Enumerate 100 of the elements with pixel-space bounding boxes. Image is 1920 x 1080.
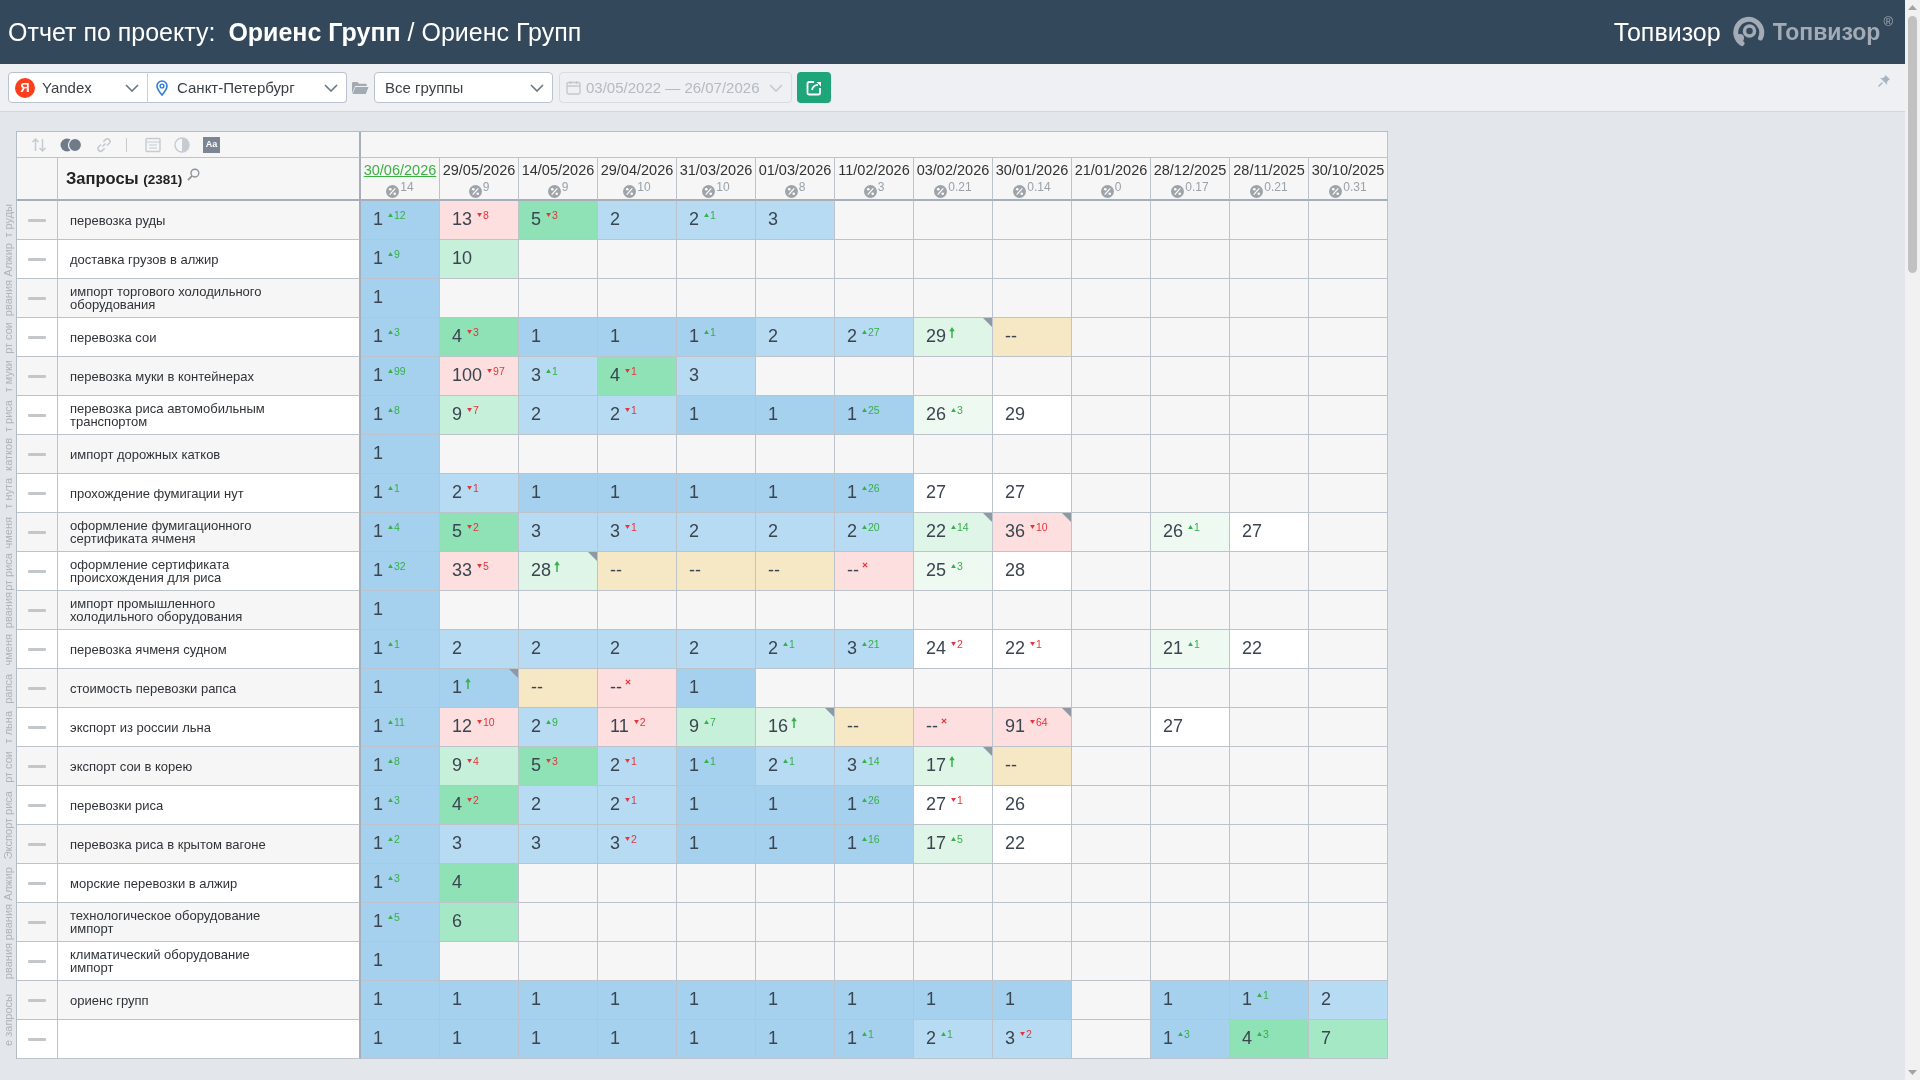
minus-icon[interactable] — [28, 725, 46, 729]
triangle-down-icon — [467, 486, 472, 490]
rank-value: 25 — [926, 560, 947, 580]
rank-value: 1 — [373, 248, 383, 268]
rank-value: 9 — [452, 404, 462, 424]
minus-icon[interactable] — [28, 764, 46, 768]
date-header[interactable]: 29/05/2026 — [442, 162, 516, 179]
date-header[interactable]: 29/04/2026 — [600, 162, 674, 179]
rank-change: 3 — [552, 210, 558, 221]
rank-value: 3 — [768, 209, 778, 229]
rank-value: 1 — [531, 482, 541, 502]
triangle-down-icon — [1030, 720, 1036, 724]
rank-value: 3 — [689, 365, 699, 385]
rank-value: 27 — [926, 482, 947, 502]
rank-change: 8 — [394, 756, 400, 767]
minus-icon[interactable] — [28, 530, 46, 534]
rank-value: 10 — [452, 248, 473, 268]
rank-value: 1 — [689, 833, 699, 853]
minus-icon[interactable] — [28, 218, 46, 222]
query-text: перевозка муки в контейнерах — [70, 369, 254, 383]
brand-name: Топвизор$^{®}$ — [1772, 15, 1893, 47]
pin-icon[interactable] — [1877, 73, 1891, 88]
minus-icon[interactable] — [28, 413, 46, 417]
rank-change: 3 — [552, 756, 558, 767]
date-header[interactable]: 30/10/2025 — [1311, 162, 1385, 179]
minus-icon[interactable] — [28, 257, 46, 261]
rank-value: 2 — [531, 404, 541, 424]
rank-value: 1 — [689, 794, 699, 814]
rank-change: 3 — [1263, 1029, 1269, 1040]
percent-icon — [1100, 185, 1114, 198]
minus-icon[interactable] — [28, 296, 46, 300]
engine-select[interactable]: Я Yandex — [8, 72, 148, 103]
minus-icon[interactable] — [28, 374, 46, 378]
group-select[interactable]: Все группы — [374, 72, 553, 103]
search-icon[interactable] — [187, 168, 201, 181]
rank-value: 1 — [847, 482, 857, 502]
scrollbar[interactable] — [1905, 0, 1920, 1080]
date-header[interactable]: 28/11/2025 — [1233, 162, 1305, 179]
share-value: 8 — [798, 181, 806, 193]
query-text: перевозка сои — [70, 330, 157, 344]
rank-value: 1 — [373, 755, 383, 775]
scrollbar-thumb[interactable] — [1908, 16, 1917, 273]
account-name[interactable]: Топвизор — [1613, 17, 1721, 47]
export-button[interactable] — [797, 72, 831, 103]
triangle-up-icon — [388, 408, 393, 412]
minus-icon[interactable] — [28, 686, 46, 690]
rank-value: 4 — [452, 872, 462, 892]
minus-icon[interactable] — [28, 647, 46, 651]
rank-value: 1 — [768, 1028, 778, 1048]
rank-value: 1 — [847, 989, 857, 1009]
chevron-down-icon — [324, 83, 338, 92]
rank-change: 2 — [473, 795, 479, 806]
scroll-down-icon[interactable] — [1908, 1070, 1917, 1075]
minus-icon[interactable] — [28, 452, 46, 456]
triangle-down-icon — [625, 759, 630, 763]
minus-icon[interactable] — [28, 920, 46, 924]
minus-icon[interactable] — [28, 569, 46, 573]
rank-change: 10 — [1036, 522, 1048, 533]
date-header[interactable]: 31/03/2026 — [679, 162, 753, 179]
triangle-down-icon — [1020, 1032, 1025, 1036]
minus-icon[interactable] — [28, 1037, 46, 1041]
date-header[interactable]: 21/01/2026 — [1074, 162, 1148, 179]
column-title: Запросы (2381) — [66, 169, 183, 188]
rank-change: 4 — [394, 522, 400, 533]
minus-icon[interactable] — [28, 491, 46, 495]
date-header[interactable]: 14/05/2026 — [521, 162, 595, 179]
rank-value: 1 — [689, 755, 699, 775]
minus-icon[interactable] — [28, 335, 46, 339]
toggle-icon[interactable] — [60, 137, 82, 152]
rank-change: 8 — [483, 210, 489, 221]
date-header[interactable]: 01/03/2026 — [758, 162, 832, 179]
rank-value: 4 — [452, 794, 462, 814]
minus-icon[interactable] — [28, 959, 46, 963]
date-header[interactable]: 30/01/2026 — [995, 162, 1069, 179]
arrow-up-icon — [554, 561, 561, 572]
rank-change: 14 — [868, 756, 880, 767]
rank-value: -- — [847, 716, 859, 736]
triangle-up-icon — [388, 915, 393, 919]
font-button[interactable]: Aa — [203, 136, 220, 153]
rank-value: 27 — [1163, 716, 1184, 736]
minus-icon[interactable] — [28, 881, 46, 885]
date-header[interactable]: 28/12/2025 — [1153, 162, 1227, 179]
rank-value: 3 — [847, 755, 857, 775]
rank-value: 2 — [452, 638, 462, 658]
rank-change: 3 — [957, 561, 963, 572]
triangle-up-icon — [1257, 993, 1262, 997]
rank-change: 1 — [631, 366, 637, 377]
triangle-down-icon — [546, 213, 551, 217]
triangle-up-icon — [388, 330, 393, 334]
rank-change: 10 — [483, 717, 495, 728]
scroll-up-icon[interactable] — [1908, 5, 1917, 10]
rank-value: 1 — [373, 794, 383, 814]
region-select[interactable]: Санкт-Петербург — [147, 72, 347, 103]
minus-icon[interactable] — [28, 608, 46, 612]
rank-value: 1 — [373, 677, 383, 697]
minus-icon[interactable] — [28, 803, 46, 807]
minus-icon[interactable] — [28, 998, 46, 1002]
minus-icon[interactable] — [28, 842, 46, 846]
date-header[interactable]: 03/02/2026 — [916, 162, 990, 179]
date-header[interactable]: 11/02/2026 — [838, 162, 910, 179]
